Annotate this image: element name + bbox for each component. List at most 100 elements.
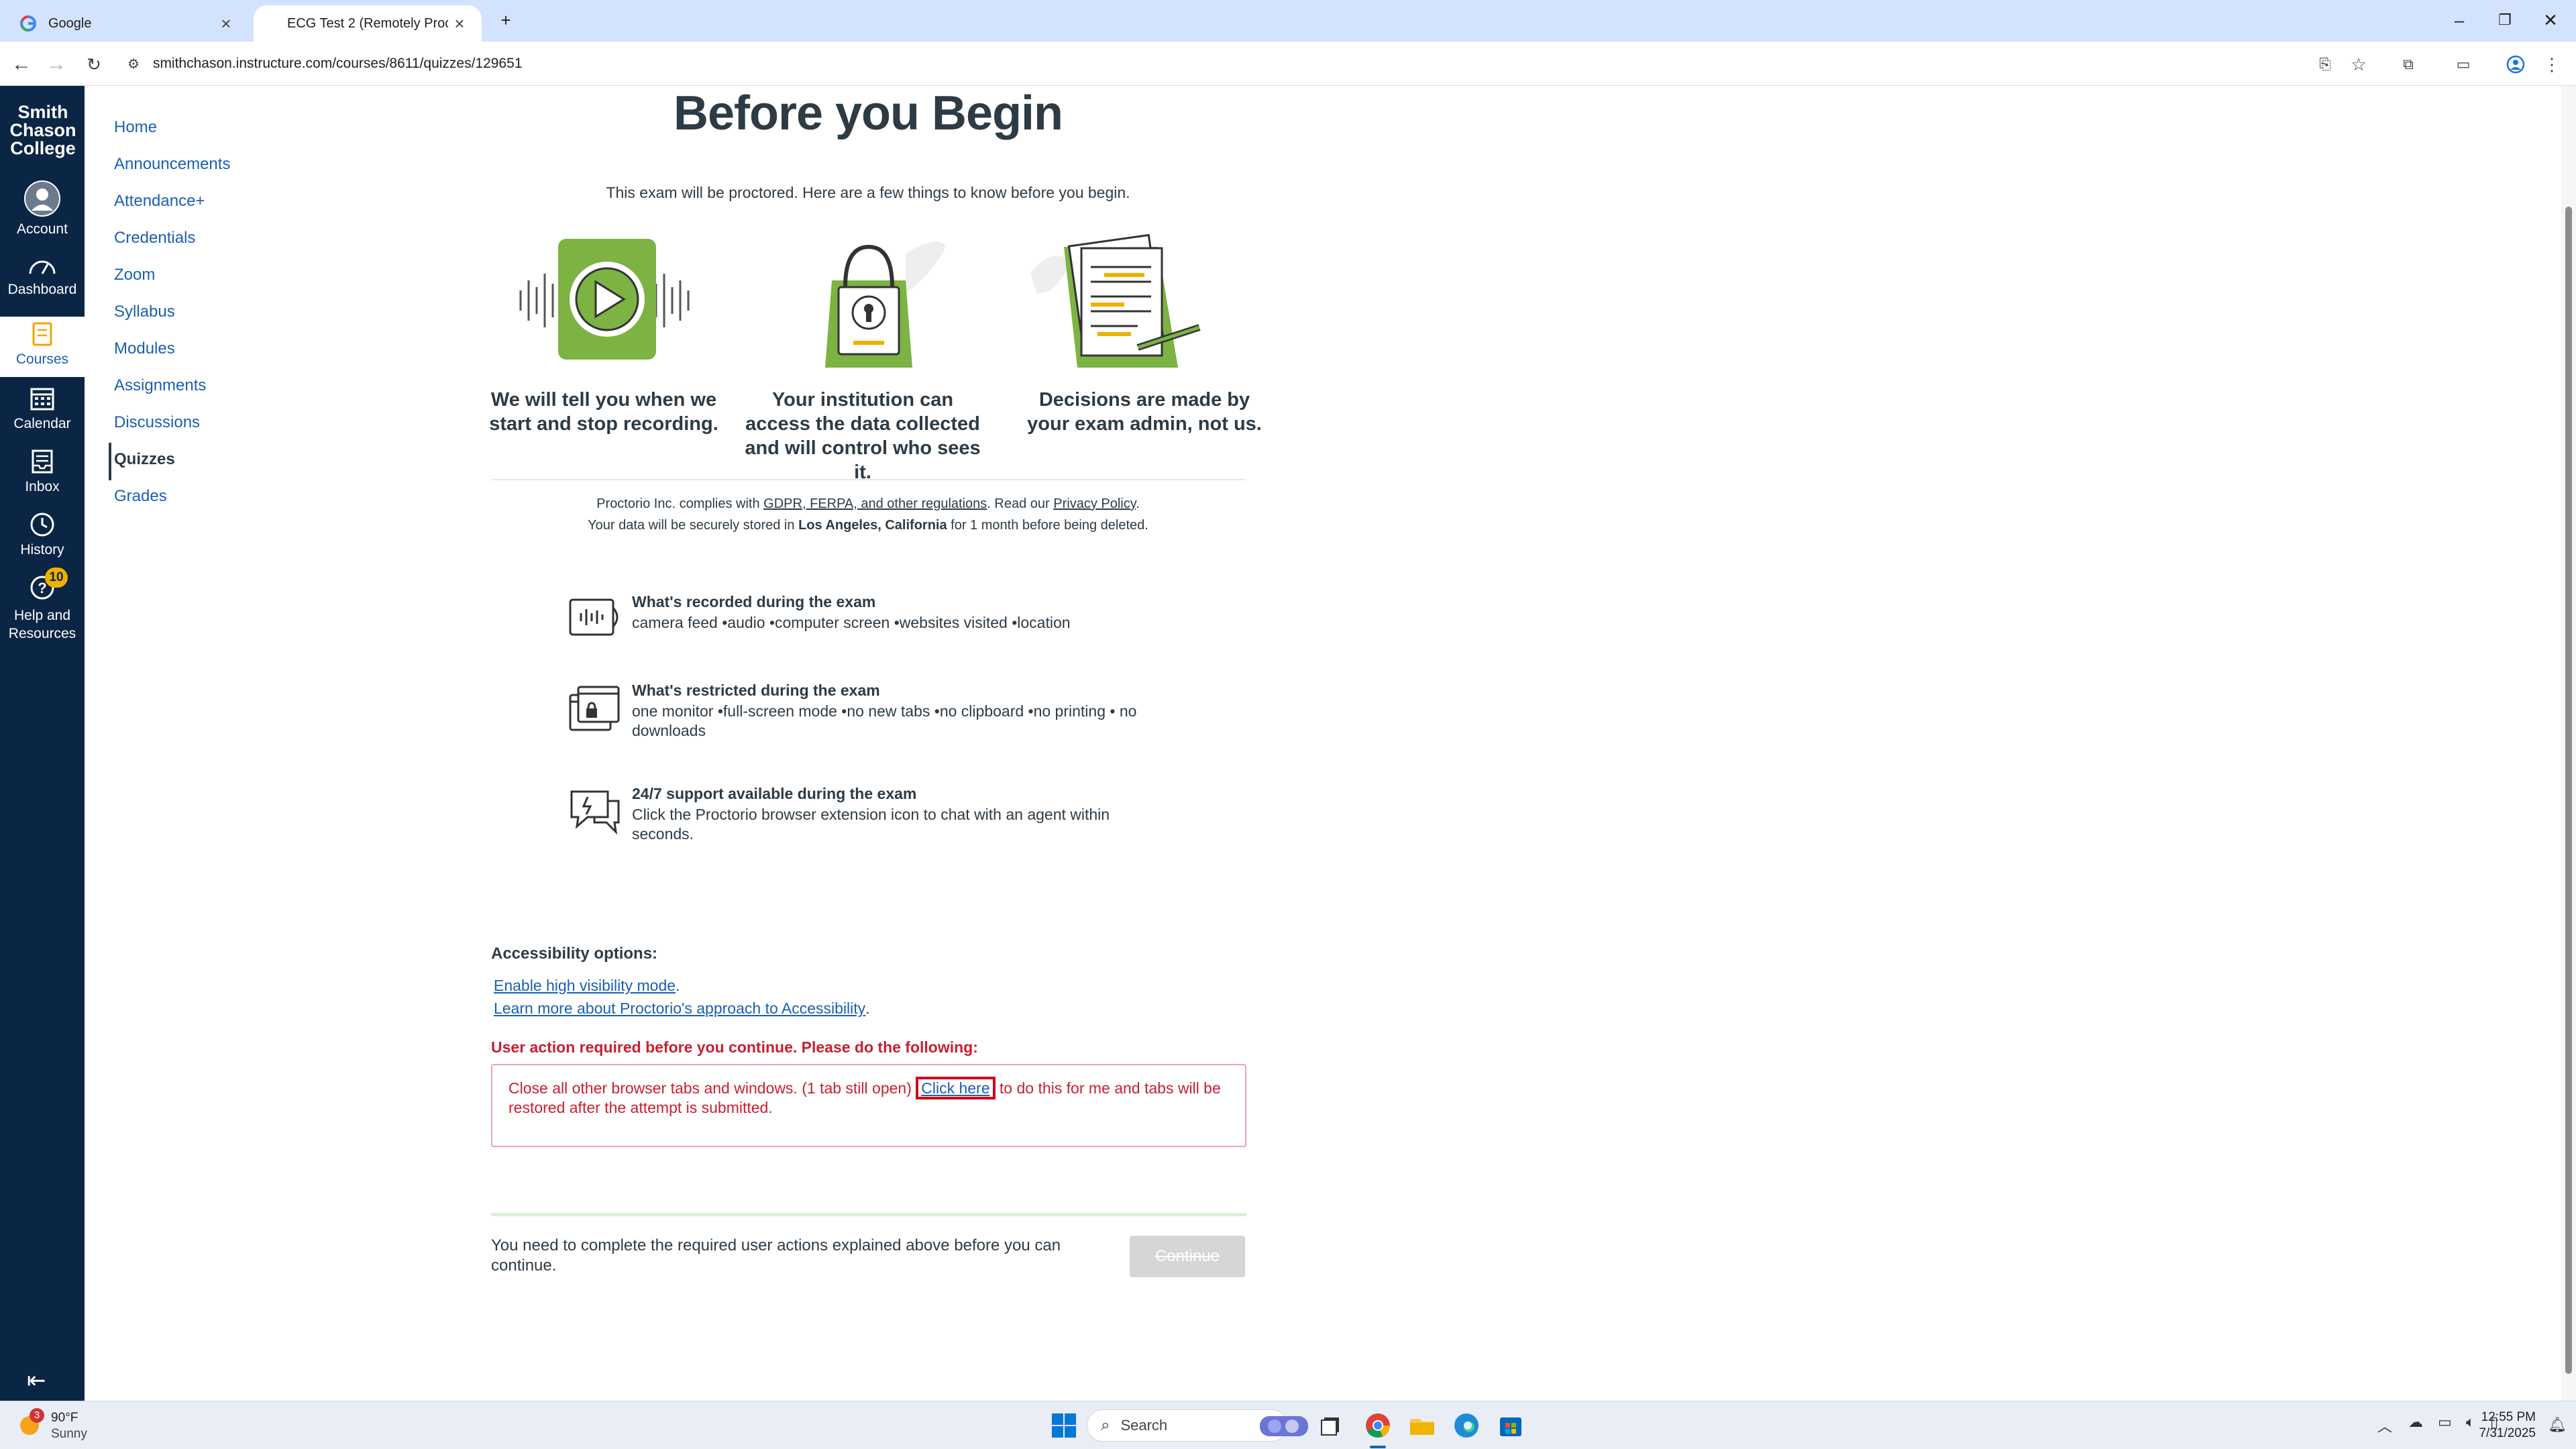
- address-bar[interactable]: ⚙ smithchason.instructure.com/courses/86…: [127, 47, 2281, 80]
- browser-tab-strip: Google × ECG Test 2 (Remotely Proctored …: [0, 0, 2576, 42]
- close-tab-icon[interactable]: ×: [451, 15, 468, 32]
- close-tab-icon[interactable]: ×: [217, 15, 235, 32]
- high-visibility-link[interactable]: Enable high visibility mode.: [494, 977, 680, 995]
- course-nav-credentials[interactable]: Credentials: [114, 229, 195, 248]
- volume-icon[interactable]: 🔈︎: [2466, 1413, 2475, 1431]
- global-nav-label: Account: [17, 221, 68, 237]
- compliance-line-1: Proctorio Inc. complies with GDPR, FERPA…: [596, 496, 1140, 511]
- new-tab-icon[interactable]: +: [492, 8, 519, 32]
- accessibility-heading: Accessibility options:: [491, 945, 658, 963]
- continue-button[interactable]: Continue: [1130, 1236, 1245, 1277]
- info-heading: What's recorded during the exam: [632, 593, 876, 610]
- course-nav-discussions[interactable]: Discussions: [114, 413, 200, 432]
- global-nav-dashboard[interactable]: Dashboard: [0, 254, 85, 298]
- intro-text: This exam will be proctored. Here are a …: [606, 184, 1130, 201]
- minimize-icon[interactable]: –: [2446, 8, 2473, 32]
- restore-icon[interactable]: ❐: [2491, 8, 2518, 32]
- global-nav-inbox[interactable]: Inbox: [0, 444, 85, 495]
- inbox-icon: [32, 449, 53, 474]
- tab-search-icon[interactable]: ▭: [2451, 52, 2475, 76]
- lock-bag-illustration-icon: [825, 241, 946, 368]
- close-tabs-link[interactable]: Click here: [916, 1077, 996, 1099]
- extensions-icon[interactable]: ⧉: [2396, 52, 2420, 76]
- weather-temp: 90°F: [51, 1411, 78, 1425]
- global-nav-help[interactable]: ? 10 Help and Resources: [0, 568, 85, 643]
- global-nav-label: Help and Resources: [8, 608, 76, 641]
- regulations-link[interactable]: GDPR, FERPA, and other regulations: [763, 496, 987, 511]
- course-nav-attendance[interactable]: Attendance+: [114, 192, 205, 211]
- recording-illustration-icon: [519, 239, 690, 360]
- college-logo[interactable]: Smith Chason College: [5, 103, 80, 158]
- global-nav-history[interactable]: History: [0, 507, 85, 558]
- storage-location: Los Angeles, California: [798, 518, 947, 533]
- courses-icon: [32, 322, 52, 346]
- account-icon: [24, 180, 60, 217]
- course-nav-quizzes[interactable]: Quizzes: [114, 450, 175, 469]
- bookmark-star-icon[interactable]: ☆: [2347, 52, 2371, 76]
- progress-divider: [491, 1213, 1246, 1216]
- close-window-icon[interactable]: ✕: [2537, 8, 2564, 32]
- action-required-text: Close all other browser tabs and windows…: [508, 1077, 1226, 1118]
- chrome-icon[interactable]: [1363, 1411, 1393, 1440]
- url-text: smithchason.instructure.com/courses/8611…: [152, 56, 523, 71]
- requirements-message: You need to complete the required user a…: [491, 1236, 1061, 1275]
- course-nav-assignments[interactable]: Assignments: [114, 376, 206, 395]
- course-nav-syllabus[interactable]: Syllabus: [114, 303, 175, 321]
- feature-recording-text: We will tell you when we start and stop …: [489, 389, 718, 435]
- clock-time: 12:55 PM: [2481, 1410, 2536, 1424]
- feature-institution-text: Your institution can access the data col…: [745, 389, 981, 483]
- document-illustration-icon: [1030, 233, 1201, 368]
- info-heading: What's restricted during the exam: [632, 682, 880, 699]
- store-icon[interactable]: [1496, 1411, 1525, 1440]
- accessibility-learn-more-link[interactable]: Learn more about Proctorio's approach to…: [494, 1000, 870, 1018]
- tab-title: ECG Test 2 (Remotely Proctored: [287, 15, 448, 31]
- copilot-widget-icon[interactable]: [1257, 1411, 1311, 1440]
- menu-icon[interactable]: ⋮: [2540, 52, 2564, 76]
- global-nav-account[interactable]: Account: [0, 180, 85, 237]
- calendar-icon: [30, 388, 54, 411]
- chevron-up-icon[interactable]: ︿: [2377, 1415, 2392, 1436]
- edge-icon[interactable]: [1452, 1411, 1481, 1440]
- task-view-icon[interactable]: [1318, 1411, 1347, 1440]
- course-nav-grades[interactable]: Grades: [114, 487, 167, 506]
- course-nav-home[interactable]: Home: [114, 118, 157, 137]
- history-icon: [30, 513, 54, 537]
- site-info-icon[interactable]: ⚙: [127, 56, 140, 72]
- course-nav-announcements[interactable]: Announcements: [114, 155, 230, 174]
- google-icon: [20, 15, 36, 32]
- help-badge: 10: [45, 568, 68, 588]
- back-icon[interactable]: ←: [8, 51, 35, 78]
- info-detail: one monitor •full-screen mode •no new ta…: [632, 702, 1137, 739]
- action-required-heading: User action required before you continue…: [491, 1038, 978, 1056]
- chat-support-icon: [570, 790, 620, 835]
- forward-icon[interactable]: →: [43, 51, 70, 78]
- scrollbar-thumb[interactable]: [2565, 207, 2572, 1374]
- recording-waveform-icon: [569, 598, 619, 636]
- global-nav-label: Dashboard: [7, 282, 77, 297]
- notifications-icon[interactable]: 🔔︎: [2548, 1416, 2567, 1434]
- collapse-nav-icon[interactable]: ⇤: [27, 1367, 46, 1394]
- windows-start-icon[interactable]: [1049, 1411, 1079, 1440]
- taskbar-clock[interactable]: 12:55 PM 7/31/2025: [2479, 1409, 2536, 1442]
- reload-icon[interactable]: ↻: [80, 51, 107, 78]
- feature-decisions-text: Decisions are made by your exam admin, n…: [1027, 389, 1262, 435]
- browser-tab-exam[interactable]: ECG Test 2 (Remotely Proctored ×: [254, 5, 482, 42]
- global-nav-courses[interactable]: Courses: [0, 317, 85, 377]
- privacy-policy-link[interactable]: Privacy Policy: [1053, 496, 1136, 511]
- browser-toolbar: ← → ↻ ⚙ smithchason.instructure.com/cour…: [0, 42, 2576, 86]
- browser-tab-google[interactable]: Google ×: [7, 5, 248, 42]
- divider: [491, 479, 1245, 480]
- course-nav-modules[interactable]: Modules: [114, 339, 175, 358]
- file-explorer-icon[interactable]: [1407, 1411, 1437, 1440]
- page-scrollbar[interactable]: [2561, 86, 2576, 1401]
- global-nav-calendar[interactable]: Calendar: [0, 381, 85, 432]
- onedrive-icon[interactable]: ☁: [2408, 1413, 2423, 1431]
- course-nav-zoom[interactable]: Zoom: [114, 266, 155, 284]
- search-placeholder: Search: [1120, 1417, 1168, 1434]
- info-heading: 24/7 support available during the exam: [632, 785, 917, 802]
- weather-desc: Sunny: [51, 1427, 87, 1441]
- network-icon[interactable]: ▭: [2438, 1413, 2452, 1431]
- compliance-line-2: Your data will be securely stored in Los…: [588, 518, 1148, 533]
- install-app-icon[interactable]: ⎘: [2313, 52, 2337, 76]
- profile-icon[interactable]: [2504, 52, 2528, 76]
